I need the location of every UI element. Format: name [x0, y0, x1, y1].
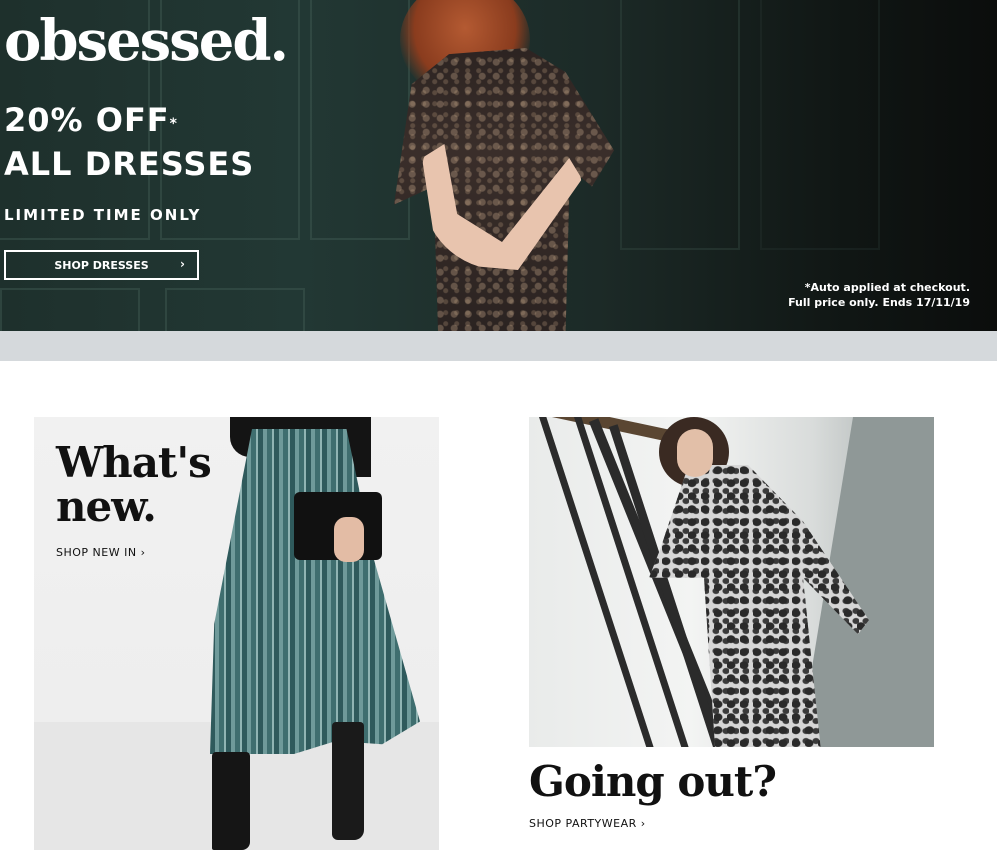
hero-banner[interactable]: obsessed. 20% OFF* ALL DRESSES LIMITED T… — [0, 0, 997, 331]
ankle-boot — [212, 752, 250, 850]
shop-dresses-label: SHOP DRESSES — [54, 258, 149, 272]
chevron-right-icon: › — [180, 257, 185, 271]
shop-dresses-button[interactable]: SHOP DRESSES › — [4, 250, 199, 280]
brand-logo: obsessed. — [4, 8, 289, 74]
title-line-2: new. — [56, 482, 157, 531]
wall-panel — [620, 0, 740, 250]
wall-panel — [760, 0, 880, 250]
ankle-boot — [332, 722, 364, 840]
going-out-image[interactable] — [529, 417, 934, 747]
terms-line-1: *Auto applied at checkout. — [804, 281, 970, 294]
offer-line-1: 20% OFF — [4, 101, 170, 139]
pleated-velvet-skirt — [210, 429, 420, 754]
wall-panel — [0, 288, 140, 331]
whats-new-card[interactable]: What's new. SHOP NEW IN › — [34, 417, 439, 850]
wall-panel — [165, 288, 305, 331]
terms-line-2: Full price only. Ends 17/11/19 — [788, 296, 970, 309]
model-face — [677, 429, 713, 477]
divider-strip — [0, 331, 997, 361]
model-hand — [334, 517, 364, 562]
shop-partywear-link[interactable]: SHOP PARTYWEAR › — [529, 817, 646, 830]
title-line-1: What's — [56, 438, 212, 487]
going-out-title: Going out? — [529, 757, 777, 806]
hero-model-image — [392, 0, 622, 331]
offer-line-2: ALL DRESSES — [4, 145, 255, 183]
offer-heading: 20% OFF* ALL DRESSES — [4, 98, 254, 186]
offer-asterisk: * — [169, 116, 178, 132]
stair-baluster — [539, 417, 657, 747]
shop-new-in-link[interactable]: SHOP NEW IN › — [56, 546, 145, 559]
offer-terms: *Auto applied at checkout. Full price on… — [788, 280, 970, 310]
offer-subtitle: LIMITED TIME ONLY — [4, 206, 202, 224]
whats-new-title: What's new. — [56, 438, 212, 531]
